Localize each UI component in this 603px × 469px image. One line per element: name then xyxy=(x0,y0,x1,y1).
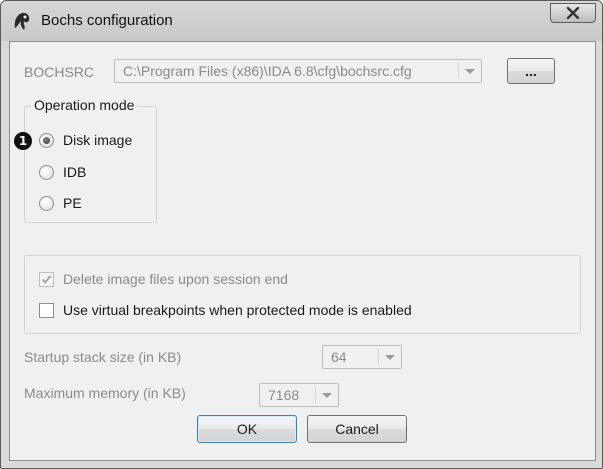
close-button[interactable] xyxy=(550,3,596,23)
chevron-down-icon[interactable] xyxy=(322,393,332,398)
max-memory-value: 7168 xyxy=(268,387,300,403)
delete-image-files-label: Delete image files upon session end xyxy=(63,271,288,287)
virtual-breakpoints-label[interactable]: Use virtual breakpoints when protected m… xyxy=(63,302,412,318)
bochsrc-label: BOCHSRC xyxy=(24,64,95,80)
checkbox-virtual-breakpoints[interactable] xyxy=(39,303,54,318)
radio-pe[interactable] xyxy=(39,196,54,211)
checkbox-delete-image-files[interactable] xyxy=(39,272,54,287)
dialog-body: BOCHSRC C:\Program Files (x86)\IDA 6.8\c… xyxy=(9,41,596,461)
ok-button[interactable]: OK xyxy=(197,415,297,443)
bochsrc-path-value: C:\Program Files (x86)\IDA 6.8\cfg\bochs… xyxy=(123,63,412,79)
max-memory-label: Maximum memory (in KB) xyxy=(24,385,186,401)
radio-disk-image-label[interactable]: Disk image xyxy=(63,132,132,148)
max-memory-combo[interactable]: 7168 xyxy=(259,383,339,407)
chevron-down-icon[interactable] xyxy=(385,355,395,360)
checkmark-icon xyxy=(41,275,52,284)
cancel-button[interactable]: Cancel xyxy=(307,415,407,443)
radio-idb[interactable] xyxy=(39,165,54,180)
chevron-down-icon[interactable] xyxy=(465,69,475,74)
startup-stack-label: Startup stack size (in KB) xyxy=(24,349,182,365)
radio-disk-image[interactable] xyxy=(39,133,54,148)
operation-mode-legend: Operation mode xyxy=(31,97,138,113)
browse-button[interactable]: ... xyxy=(507,58,555,84)
title-bar[interactable]: Bochs configuration xyxy=(1,1,602,41)
radio-pe-label[interactable]: PE xyxy=(63,195,82,211)
startup-stack-combo[interactable]: 64 xyxy=(322,345,402,369)
bochsrc-path-combo[interactable]: C:\Program Files (x86)\IDA 6.8\cfg\bochs… xyxy=(114,59,482,83)
radio-idb-label[interactable]: IDB xyxy=(63,164,86,180)
bochs-head-icon xyxy=(14,12,30,31)
close-icon xyxy=(566,7,580,19)
window-title: Bochs configuration xyxy=(41,12,173,29)
bochs-configuration-dialog: Bochs configuration BOCHSRC C:\Program F… xyxy=(0,0,603,469)
annotation-badge: 1 xyxy=(14,132,32,150)
startup-stack-value: 64 xyxy=(331,349,347,365)
options-group xyxy=(24,255,581,334)
